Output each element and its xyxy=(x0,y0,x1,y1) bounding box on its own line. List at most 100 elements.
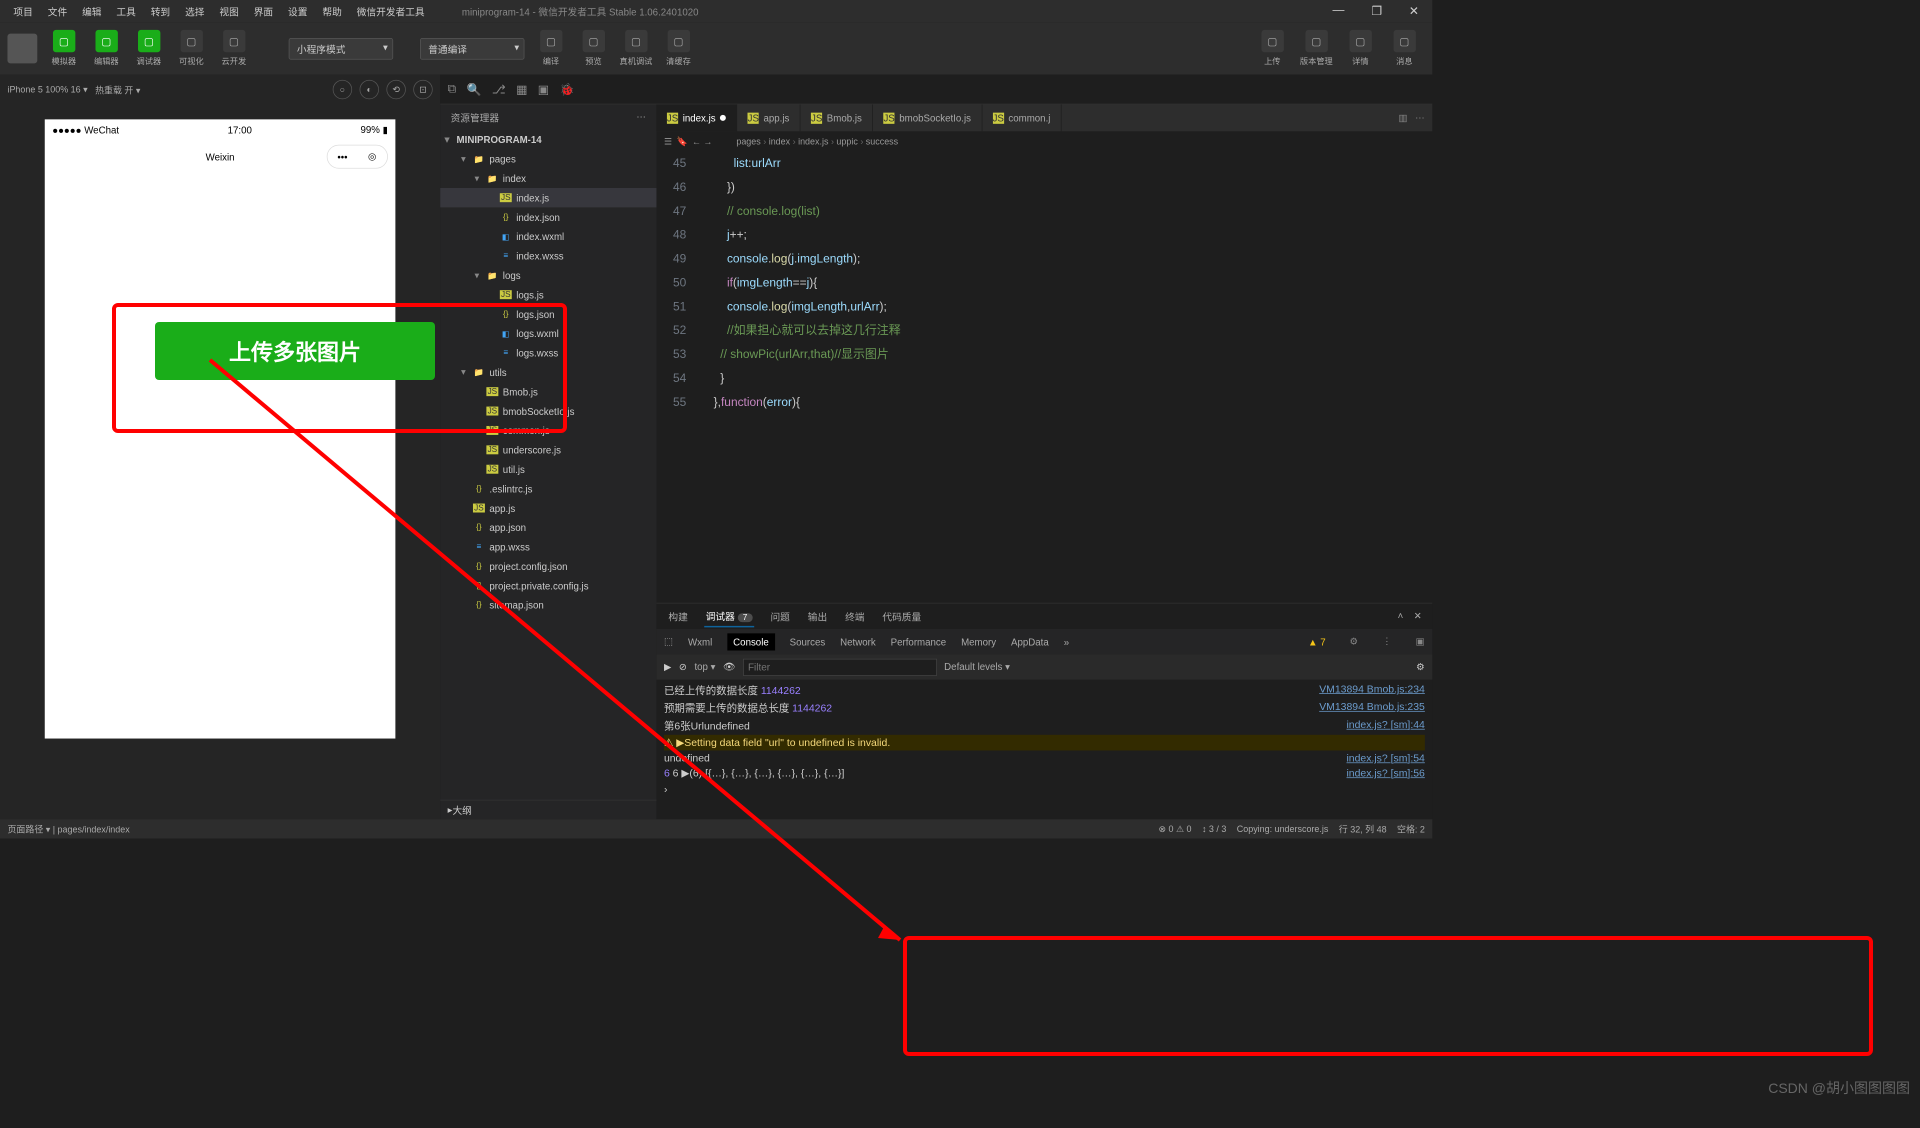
tree-item[interactable]: ▾📁logs xyxy=(440,266,656,285)
tree-item[interactable]: {}project.private.config.js xyxy=(440,576,656,595)
cursor-pos[interactable]: 行 32, 列 48 xyxy=(1339,822,1387,835)
close-icon[interactable]: ✕ xyxy=(1403,1,1425,22)
compile-select[interactable]: 普通编译 xyxy=(420,38,524,60)
menu-item[interactable]: 界面 xyxy=(248,1,279,21)
devtool-tab[interactable]: Network xyxy=(840,636,876,647)
ext-icon[interactable]: ▣ xyxy=(538,82,549,97)
devtool-tab[interactable]: AppData xyxy=(1011,636,1049,647)
menu-item[interactable]: 视图 xyxy=(213,1,244,21)
tree-item[interactable]: {}sitemap.json xyxy=(440,595,656,614)
editor-tab[interactable]: JSbmobSocketIo.js xyxy=(873,104,982,131)
devtool-tab[interactable]: Performance xyxy=(891,636,947,647)
search-icon[interactable]: 🔍 xyxy=(467,82,482,97)
toolbar-button[interactable]: ▢预览 xyxy=(573,28,614,69)
bc-icon[interactable]: ☰ xyxy=(664,137,672,147)
panel-tab[interactable]: 问题 xyxy=(769,606,791,626)
toolbar-button[interactable]: ▢详情 xyxy=(1340,28,1381,69)
panel-tab[interactable]: 构建 xyxy=(667,606,689,626)
editor-tab[interactable]: JScommon.j xyxy=(982,104,1061,131)
tree-item[interactable]: ≡index.wxss xyxy=(440,246,656,265)
crumb[interactable]: pages xyxy=(736,137,760,147)
tree-item[interactable]: ▾📁index xyxy=(440,169,656,188)
grid-icon[interactable]: ▦ xyxy=(516,82,527,97)
tree-item[interactable]: JSindex.js xyxy=(440,188,656,207)
devtool-tab[interactable]: Wxml xyxy=(688,636,712,647)
devtool-tab[interactable]: Sources xyxy=(790,636,826,647)
toolbar-button[interactable]: ▢编辑器 xyxy=(86,28,127,69)
panel-tab[interactable]: 代码质量 xyxy=(881,606,923,626)
toolbar-button[interactable]: ▢可视化 xyxy=(171,28,212,69)
menu-item[interactable]: 设置 xyxy=(282,1,313,21)
indent-info[interactable]: 空格: 2 xyxy=(1397,822,1425,835)
split-icon[interactable]: ▥ xyxy=(1399,112,1408,124)
toolbar-button[interactable]: ▢编译 xyxy=(530,28,571,69)
toolbar-button[interactable]: ▢真机调试 xyxy=(615,28,656,69)
menu-item[interactable]: 文件 xyxy=(42,1,73,21)
toolbar-button[interactable]: ▢版本管理 xyxy=(1296,28,1337,69)
tree-item[interactable]: ◧index.wxml xyxy=(440,227,656,246)
toolbar-button[interactable]: ▢消息 xyxy=(1384,28,1425,69)
devtool-tab[interactable]: Console xyxy=(727,633,775,650)
sim-icon[interactable]: ◐ xyxy=(360,80,379,99)
filter-input[interactable] xyxy=(743,658,937,675)
upload-button[interactable]: 上传多张图片 xyxy=(155,322,435,380)
tree-item[interactable]: {}app.json xyxy=(440,518,656,537)
sim-icon[interactable]: ⟲ xyxy=(386,80,405,99)
more-icon[interactable]: ⋯ xyxy=(636,111,646,123)
close-icon[interactable]: ✕ xyxy=(1414,610,1422,622)
menu-item[interactable]: 项目 xyxy=(7,1,38,21)
sim-icon[interactable]: ○ xyxy=(333,80,352,99)
toolbar-button[interactable]: ▢上传 xyxy=(1252,28,1293,69)
more-icon[interactable]: » xyxy=(1064,636,1069,647)
capsule[interactable]: •••◎ xyxy=(327,145,388,169)
editor-tab[interactable]: JSBmob.js xyxy=(801,104,873,131)
mode-select[interactable]: 小程序模式 xyxy=(289,38,393,60)
more-icon[interactable]: ⋯ xyxy=(1415,112,1425,124)
tree-item[interactable]: JSapp.js xyxy=(440,498,656,517)
branch-icon[interactable]: ⎇ xyxy=(492,82,506,97)
project-root[interactable]: MINIPROGRAM-14 xyxy=(457,134,542,145)
hotreload-select[interactable]: 热重载 开 ▾ xyxy=(95,83,140,96)
toolbar-button[interactable]: ▢调试器 xyxy=(128,28,169,69)
menu-item[interactable]: 工具 xyxy=(110,1,141,21)
gear-icon[interactable]: ⚙ xyxy=(1350,636,1359,648)
tree-item[interactable]: JSlogs.js xyxy=(440,285,656,304)
outline-label[interactable]: 大纲 xyxy=(452,803,471,817)
tree-item[interactable]: ▾📁pages xyxy=(440,149,656,168)
files-icon[interactable]: ⧉ xyxy=(448,82,457,95)
tree-item[interactable]: {}index.json xyxy=(440,207,656,226)
menu-item[interactable]: 转到 xyxy=(145,1,176,21)
menu-item[interactable]: 编辑 xyxy=(76,1,107,21)
crumb[interactable]: success xyxy=(866,137,898,147)
menu-icon[interactable]: ⋮ xyxy=(1382,636,1392,648)
minimize-icon[interactable]: — xyxy=(1327,1,1351,22)
eye-icon[interactable]: 👁 xyxy=(723,661,735,673)
page-path[interactable]: 页面路径 ▾ | pages/index/index xyxy=(7,822,129,835)
toolbar-button[interactable]: ▢云开发 xyxy=(213,28,254,69)
chevron-up-icon[interactable]: ˄ xyxy=(1398,610,1404,622)
panel-tab[interactable]: 调试器 7 xyxy=(704,605,754,627)
menu-item[interactable]: 选择 xyxy=(179,1,210,21)
levels-select[interactable]: Default levels ▾ xyxy=(944,661,1010,673)
menu-item[interactable]: 帮助 xyxy=(316,1,347,21)
clear-icon[interactable]: ⊘ xyxy=(679,661,687,673)
panel-tab[interactable]: 终端 xyxy=(844,606,866,626)
crumb[interactable]: uppic xyxy=(836,137,857,147)
tree-item[interactable]: JSunderscore.js xyxy=(440,440,656,459)
editor-tab[interactable]: JSindex.js xyxy=(656,104,737,131)
tree-item[interactable]: {}.eslintrc.js xyxy=(440,479,656,498)
context-select[interactable]: top ▾ xyxy=(694,661,715,673)
bc-icon[interactable]: 🔖 xyxy=(676,137,687,147)
editor-tab[interactable]: JSapp.js xyxy=(737,104,800,131)
tree-item[interactable]: JSutil.js xyxy=(440,460,656,479)
warning-badge[interactable]: ▲ 7 xyxy=(1308,636,1326,647)
gear-icon[interactable]: ⚙ xyxy=(1416,661,1425,673)
menu-item[interactable]: 微信开发者工具 xyxy=(351,1,431,21)
bug-icon[interactable]: 🐞 xyxy=(560,82,575,97)
device-select[interactable]: iPhone 5 100% 16 ▾ xyxy=(7,84,87,94)
panel-tab[interactable]: 输出 xyxy=(806,606,828,626)
maximize-icon[interactable]: ❐ xyxy=(1365,1,1388,22)
toolbar-button[interactable]: ▢模拟器 xyxy=(43,28,84,69)
inspect-icon[interactable]: ⬚ xyxy=(664,636,673,648)
crumb[interactable]: index xyxy=(769,137,790,147)
